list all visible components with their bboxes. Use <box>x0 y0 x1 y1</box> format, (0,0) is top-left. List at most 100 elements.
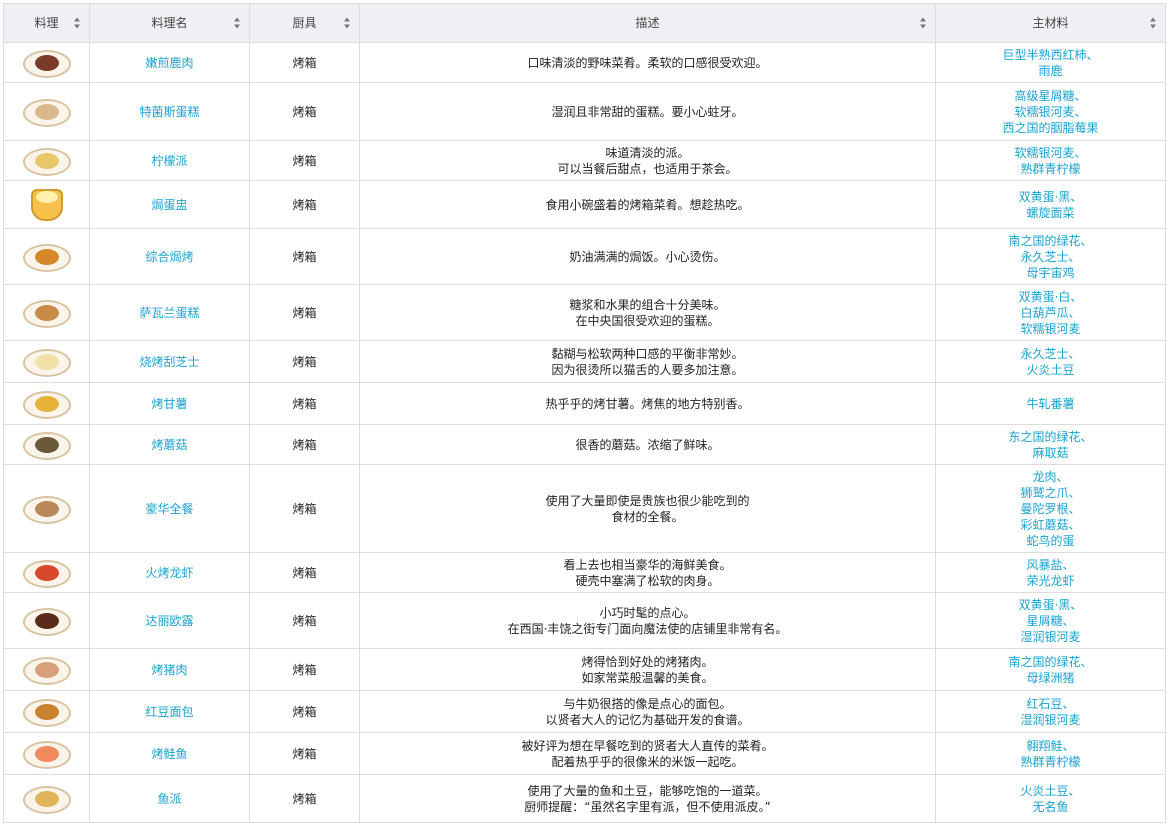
dish-name-link[interactable]: 烧烤刮芝士 <box>139 355 199 369</box>
sort-icon[interactable] <box>234 17 241 29</box>
ingredient-link[interactable]: 南之国的绿花、 <box>1008 234 1092 248</box>
grilled-meat-dish-icon <box>21 46 73 80</box>
description-cell: 味道清淡的派。 可以当餐后甜点，也适用于茶会。 <box>359 140 936 181</box>
dish-name-link[interactable]: 火烤龙虾 <box>145 566 193 580</box>
dish-name-cell: 柠檬派 <box>89 140 250 181</box>
ingredient-link[interactable]: 火炎土豆 <box>1026 363 1074 377</box>
dish-name-link[interactable]: 烤甘薯 <box>151 397 187 411</box>
dish-name-cell: 烤猪肉 <box>89 648 250 691</box>
ingredient-link[interactable]: 翱翔鲑、 <box>1026 739 1074 753</box>
ingredient-link[interactable]: 麻取菇 <box>1032 446 1068 460</box>
sort-icon[interactable] <box>344 17 351 29</box>
table-row: 萨瓦兰蛋糕 烤箱 糖浆和水果的组合十分美味。 在中央国很受欢迎的蛋糕。 双黄蛋·白、 白葫… <box>3 284 1166 341</box>
ingredient-item: 麻取菇 <box>936 445 1165 461</box>
ingredient-link[interactable]: 永久芝士、 <box>1020 347 1080 361</box>
ingredient-link[interactable]: 软糯银河麦、 <box>1014 105 1086 119</box>
dish-name-link[interactable]: 特菌斯蛋糕 <box>139 105 199 119</box>
food-shape <box>34 703 59 720</box>
ingredient-link[interactable]: 星屑糖、 <box>1026 614 1074 628</box>
table-row: 烤鲑鱼 烤箱 被好评为想在早餐吃到的贤者大人直传的菜肴。 配着热乎乎的很像米的米饭一起… <box>3 732 1166 775</box>
ingredient-link[interactable]: 巨型半熟西红柿、 <box>1002 48 1098 62</box>
ingredient-item: 软糯银河麦、 <box>936 104 1165 120</box>
ingredient-link[interactable]: 彩虹蘑菇、 <box>1020 518 1080 532</box>
ingredient-link[interactable]: 南之国的绿花、 <box>1008 655 1092 669</box>
ingredient-link[interactable]: 双黄蛋·黑、 <box>1019 190 1083 204</box>
dish-name-link[interactable]: 综合焗烤 <box>145 250 193 264</box>
dish-name-link[interactable]: 萨瓦兰蛋糕 <box>139 306 199 320</box>
ingredient-item: 母宇宙鸡 <box>936 265 1165 281</box>
ingredient-link[interactable]: 软糯银河麦 <box>1020 322 1080 336</box>
cookware-cell: 烤箱 <box>249 42 360 83</box>
ingredients-cell: 巨型半熟西红柿、 雨鹿 <box>935 42 1166 83</box>
ingredient-link[interactable]: 双黄蛋·白、 <box>1019 290 1083 304</box>
description-line: 使用了大量的鱼和土豆，能够吃饱的一道菜。 <box>527 783 768 798</box>
ingredient-link[interactable]: 高级星屑糖、 <box>1014 89 1086 103</box>
ingredient-link[interactable]: 雨鹿 <box>1038 64 1062 78</box>
ingredient-link[interactable]: 软糯银河麦、 <box>1014 146 1086 160</box>
ingredient-link[interactable]: 母宇宙鸡 <box>1026 266 1074 280</box>
ingredients-cell: 翱翔鲑、 熟群青柠檬 <box>935 732 1166 775</box>
ingredient-link[interactable]: 熟群青柠檬 <box>1020 162 1080 176</box>
ingredient-item: 熟群青柠檬 <box>936 754 1165 770</box>
dish-name-link[interactable]: 烤蘑菇 <box>151 438 187 452</box>
ingredient-link[interactable]: 湿润银河麦 <box>1020 630 1080 644</box>
description-cell: 小巧时髦的点心。 在西国·丰饶之街专门面向魔法使的店铺里非常有名。 <box>359 592 936 649</box>
dish-name-link[interactable]: 柠檬派 <box>151 154 187 168</box>
ingredient-link[interactable]: 螺旋面菜 <box>1026 206 1074 220</box>
ingredient-item: 双黄蛋·白、 <box>936 289 1165 305</box>
dish-name-link[interactable]: 鱼派 <box>157 792 181 806</box>
ingredient-link[interactable]: 荣光龙虾 <box>1026 574 1074 588</box>
dish-name-link[interactable]: 达丽欧露 <box>145 614 193 628</box>
dish-name-cell: 豪华全餐 <box>89 464 250 553</box>
description-line: 黏糊与松软两种口感的平衡非常妙。 <box>551 346 744 361</box>
table-row: 柠檬派 烤箱 味道清淡的派。 可以当餐后甜点，也适用于茶会。 软糯银河麦、 熟群青柠檬 <box>3 140 1166 181</box>
ingredient-item: 红石豆、 <box>936 696 1165 712</box>
description-cell: 很香的蘑菇。浓缩了鲜味。 <box>359 424 936 465</box>
sort-icon[interactable] <box>1150 17 1157 29</box>
sort-icon[interactable] <box>74 17 81 29</box>
description-cell: 被好评为想在早餐吃到的贤者大人直传的菜肴。 配着热乎乎的很像米的米饭一起吃。 <box>359 732 936 775</box>
description-line: 使用了大量即使是贵族也很少能吃到的 <box>545 493 750 508</box>
ingredient-item: 双黄蛋·黑、 <box>936 189 1165 205</box>
ingredient-link[interactable]: 红石豆、 <box>1026 697 1074 711</box>
sort-icon[interactable] <box>920 17 927 29</box>
ingredient-link[interactable]: 狮鹫之爪、 <box>1020 486 1080 500</box>
ingredient-link[interactable]: 火炎土豆、 <box>1020 784 1080 798</box>
ingredient-link[interactable]: 双黄蛋·黑、 <box>1019 598 1083 612</box>
ingredient-link[interactable]: 曼陀罗根、 <box>1020 502 1080 516</box>
description-line: 硬壳中塞满了松软的肉身。 <box>575 573 720 588</box>
ingredient-item: 巨型半熟西红柿、 <box>936 47 1165 63</box>
column-header-name[interactable]: 料理名 <box>89 3 250 43</box>
dish-name-link[interactable]: 烤鲑鱼 <box>151 747 187 761</box>
dish-name-link[interactable]: 烤猪肉 <box>151 663 187 677</box>
description-line: 食用小碗盛着的烤箱菜肴。想趁热吃。 <box>545 197 750 212</box>
ingredient-link[interactable]: 西之国的胭脂莓果 <box>1002 121 1098 135</box>
ingredient-link[interactable]: 湿润银河麦 <box>1020 713 1080 727</box>
dish-name-cell: 嫩煎鹿肉 <box>89 42 250 83</box>
ingredient-item: 星屑糖、 <box>936 613 1165 629</box>
ingredient-link[interactable]: 东之国的绿花、 <box>1008 430 1092 444</box>
ingredient-link[interactable]: 风暴盐、 <box>1026 558 1074 572</box>
dish-name-link[interactable]: 焗蛋盅 <box>151 198 187 212</box>
column-header-tool[interactable]: 厨具 <box>249 3 360 43</box>
dish-name-link[interactable]: 豪华全餐 <box>145 502 193 516</box>
description-line: 热乎乎的烤甘薯。烤焦的地方特别香。 <box>545 396 750 411</box>
ingredient-link[interactable]: 蛇鸟的蛋 <box>1026 534 1074 548</box>
description-line: 以贤者大人的记忆为基础开发的食谱。 <box>545 712 750 727</box>
dish-image-cell <box>3 82 90 141</box>
ingredient-link[interactable]: 熟群青柠檬 <box>1020 755 1080 769</box>
ingredient-link[interactable]: 牛轧番薯 <box>1026 397 1074 411</box>
dish-name-link[interactable]: 红豆面包 <box>145 705 193 719</box>
ingredient-link[interactable]: 永久芝士、 <box>1020 250 1080 264</box>
column-header-description[interactable]: 描述 <box>359 3 936 43</box>
ingredient-link[interactable]: 白葫芦瓜、 <box>1020 306 1080 320</box>
column-header-dish[interactable]: 料理 <box>3 3 90 43</box>
description-line: 很香的蘑菇。浓缩了鲜味。 <box>575 437 720 452</box>
column-header-ingredients[interactable]: 主材料 <box>935 3 1166 43</box>
dish-name-link[interactable]: 嫩煎鹿肉 <box>145 56 193 70</box>
ingredient-link[interactable]: 龙肉、 <box>1032 470 1068 484</box>
ingredient-link[interactable]: 无名鱼 <box>1032 800 1068 814</box>
ingredient-link[interactable]: 母绿洲猪 <box>1026 671 1074 685</box>
table-header-row: 料理 料理名 厨具 描述 主材料 <box>3 3 1166 43</box>
dish-name-cell: 鱼派 <box>89 774 250 823</box>
